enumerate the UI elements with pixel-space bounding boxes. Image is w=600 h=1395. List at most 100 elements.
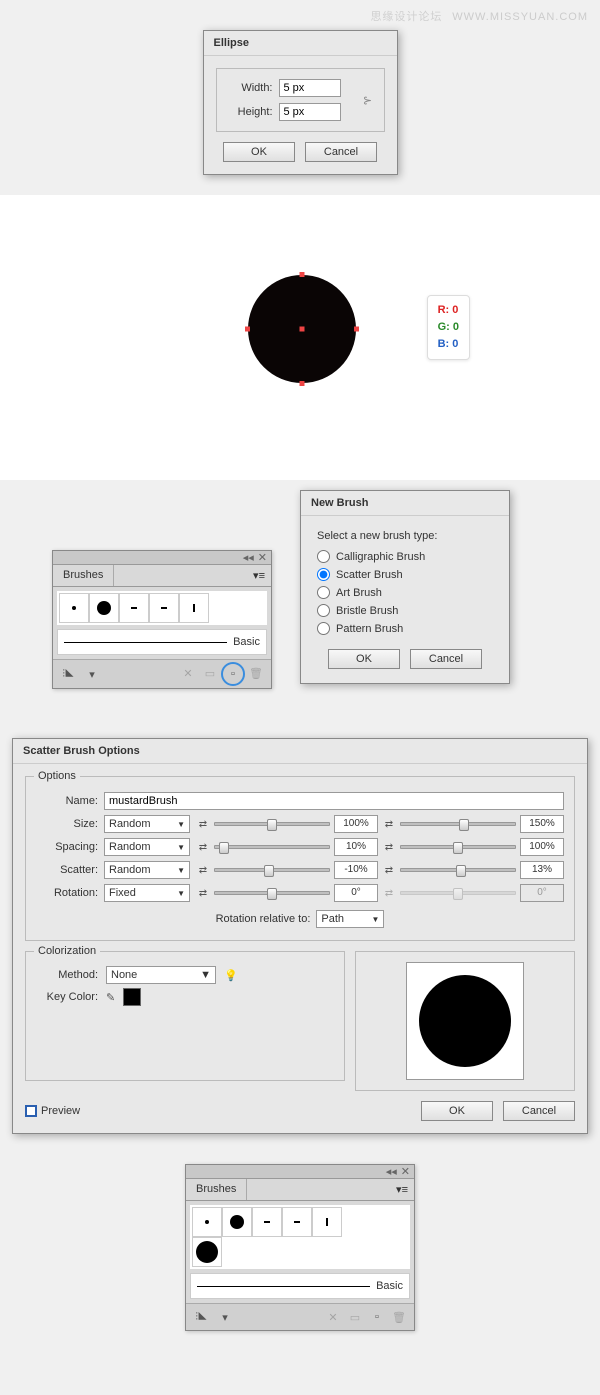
rotation-mode-select[interactable]: Fixed▼ (104, 884, 190, 902)
rgb-b: B: 0 (438, 336, 459, 353)
close-icon[interactable]: ✕ (258, 551, 267, 564)
handle-bottom[interactable] (300, 381, 305, 386)
spacing-value-1[interactable]: 10% (334, 838, 378, 856)
flip-icon[interactable]: ⇄ (196, 863, 210, 877)
brushes-tab[interactable]: Brushes (186, 1179, 247, 1200)
brushes-tab[interactable]: Brushes (53, 565, 114, 586)
scatter-value-2[interactable]: 13% (520, 861, 564, 879)
keycolor-label: Key Color: (36, 991, 98, 1003)
ok-button[interactable]: OK (223, 142, 295, 162)
delete-icon[interactable]: 🗑 (390, 1308, 408, 1326)
basic-brush-row[interactable]: Basic (57, 629, 267, 655)
spacing-slider-1[interactable] (214, 845, 330, 849)
flip-icon[interactable]: ⇄ (382, 863, 396, 877)
width-input[interactable] (279, 79, 341, 97)
spacing-value-2[interactable]: 100% (520, 838, 564, 856)
radio-label: Art Brush (336, 587, 382, 599)
keycolor-swatch[interactable] (123, 988, 141, 1006)
panel-menu-icon[interactable]: ▾≡ (390, 1179, 414, 1200)
ok-button[interactable]: OK (421, 1101, 493, 1121)
cancel-button[interactable]: Cancel (503, 1101, 575, 1121)
rotation-slider-2 (400, 891, 516, 895)
libraries-icon[interactable]: ⫶◣ (59, 665, 77, 683)
constrain-icon[interactable]: ⊱ (360, 92, 376, 108)
libraries-menu-icon[interactable]: ▾ (83, 665, 101, 683)
cancel-button[interactable]: Cancel (305, 142, 377, 162)
brush-thumb-new[interactable] (192, 1237, 222, 1267)
size-value-2[interactable]: 150% (520, 815, 564, 833)
flip-icon[interactable]: ⇄ (382, 840, 396, 854)
new-brush-icon[interactable]: ▫ (224, 665, 242, 683)
height-label: Height: (225, 106, 273, 118)
panel-menu-icon[interactable]: ▾≡ (247, 565, 271, 586)
scatter-value-1[interactable]: -10% (334, 861, 378, 879)
options-icon[interactable]: ▭ (201, 664, 219, 682)
scatter-slider-2[interactable] (400, 868, 516, 872)
new-brush-icon[interactable]: ▫ (368, 1308, 386, 1326)
collapse-icon[interactable]: ◂◂ (386, 1165, 397, 1178)
brush-thumb[interactable] (89, 593, 119, 623)
radio-label: Scatter Brush (336, 569, 403, 581)
brush-thumb[interactable] (312, 1207, 342, 1237)
radio-pattern[interactable] (317, 622, 330, 635)
selected-ellipse[interactable] (248, 275, 356, 383)
flip-icon[interactable]: ⇄ (196, 886, 210, 900)
radio-scatter[interactable] (317, 568, 330, 581)
brush-thumb[interactable] (149, 593, 179, 623)
method-select[interactable]: None▼ (106, 966, 216, 984)
new-brush-title: New Brush (301, 491, 509, 516)
eyedropper-icon[interactable]: ✎ (106, 991, 115, 1004)
handle-top[interactable] (300, 272, 305, 277)
brush-thumbnails (57, 591, 267, 625)
handle-right[interactable] (354, 327, 359, 332)
libraries-icon[interactable]: ⫶◣ (192, 1308, 210, 1326)
remove-stroke-icon[interactable]: ✕ (179, 664, 197, 682)
remove-stroke-icon[interactable]: ✕ (324, 1308, 342, 1326)
radio-calligraphic[interactable] (317, 550, 330, 563)
canvas-area[interactable]: R: 0 G: 0 B: 0 (0, 195, 600, 480)
brush-preview (355, 951, 575, 1091)
brush-thumb[interactable] (282, 1207, 312, 1237)
basic-brush-row[interactable]: Basic (190, 1273, 410, 1299)
brush-thumb[interactable] (179, 593, 209, 623)
size-slider-2[interactable] (400, 822, 516, 826)
spacing-slider-2[interactable] (400, 845, 516, 849)
brush-thumb[interactable] (119, 593, 149, 623)
ok-button[interactable]: OK (328, 649, 400, 669)
options-icon[interactable]: ▭ (346, 1308, 364, 1326)
scatter-slider-1[interactable] (214, 868, 330, 872)
collapse-icon[interactable]: ◂◂ (243, 551, 254, 564)
tip-icon[interactable]: 💡 (224, 969, 238, 982)
brush-thumb[interactable] (59, 593, 89, 623)
flip-icon[interactable]: ⇄ (196, 840, 210, 854)
preview-checkbox[interactable] (25, 1105, 37, 1117)
brushes-panel-after: ◂◂ ✕ Brushes ▾≡ Basic ⫶◣ ▾ (185, 1164, 415, 1331)
delete-icon[interactable]: 🗑 (247, 664, 265, 682)
radio-bristle[interactable] (317, 604, 330, 617)
size-mode-select[interactable]: Random▼ (104, 815, 190, 833)
close-icon[interactable]: ✕ (401, 1165, 410, 1178)
spacing-mode-select[interactable]: Random▼ (104, 838, 190, 856)
size-slider-1[interactable] (214, 822, 330, 826)
scatter-mode-select[interactable]: Random▼ (104, 861, 190, 879)
rotation-relative-select[interactable]: Path▼ (316, 910, 384, 928)
libraries-menu-icon[interactable]: ▾ (216, 1308, 234, 1326)
rotation-value-1[interactable]: 0° (334, 884, 378, 902)
cancel-button[interactable]: Cancel (410, 649, 482, 669)
flip-icon[interactable]: ⇄ (196, 817, 210, 831)
radio-art[interactable] (317, 586, 330, 599)
handle-left[interactable] (245, 327, 250, 332)
brush-thumb[interactable] (252, 1207, 282, 1237)
height-input[interactable] (279, 103, 341, 121)
handle-center[interactable] (300, 327, 305, 332)
brush-thumb[interactable] (222, 1207, 252, 1237)
size-label: Size: (36, 818, 98, 830)
name-label: Name: (36, 795, 98, 807)
rotation-slider-1[interactable] (214, 891, 330, 895)
brush-thumb[interactable] (192, 1207, 222, 1237)
flip-icon[interactable]: ⇄ (382, 817, 396, 831)
preview-circle (419, 975, 511, 1067)
radio-label: Calligraphic Brush (336, 551, 425, 563)
name-input[interactable] (104, 792, 564, 810)
size-value-1[interactable]: 100% (334, 815, 378, 833)
